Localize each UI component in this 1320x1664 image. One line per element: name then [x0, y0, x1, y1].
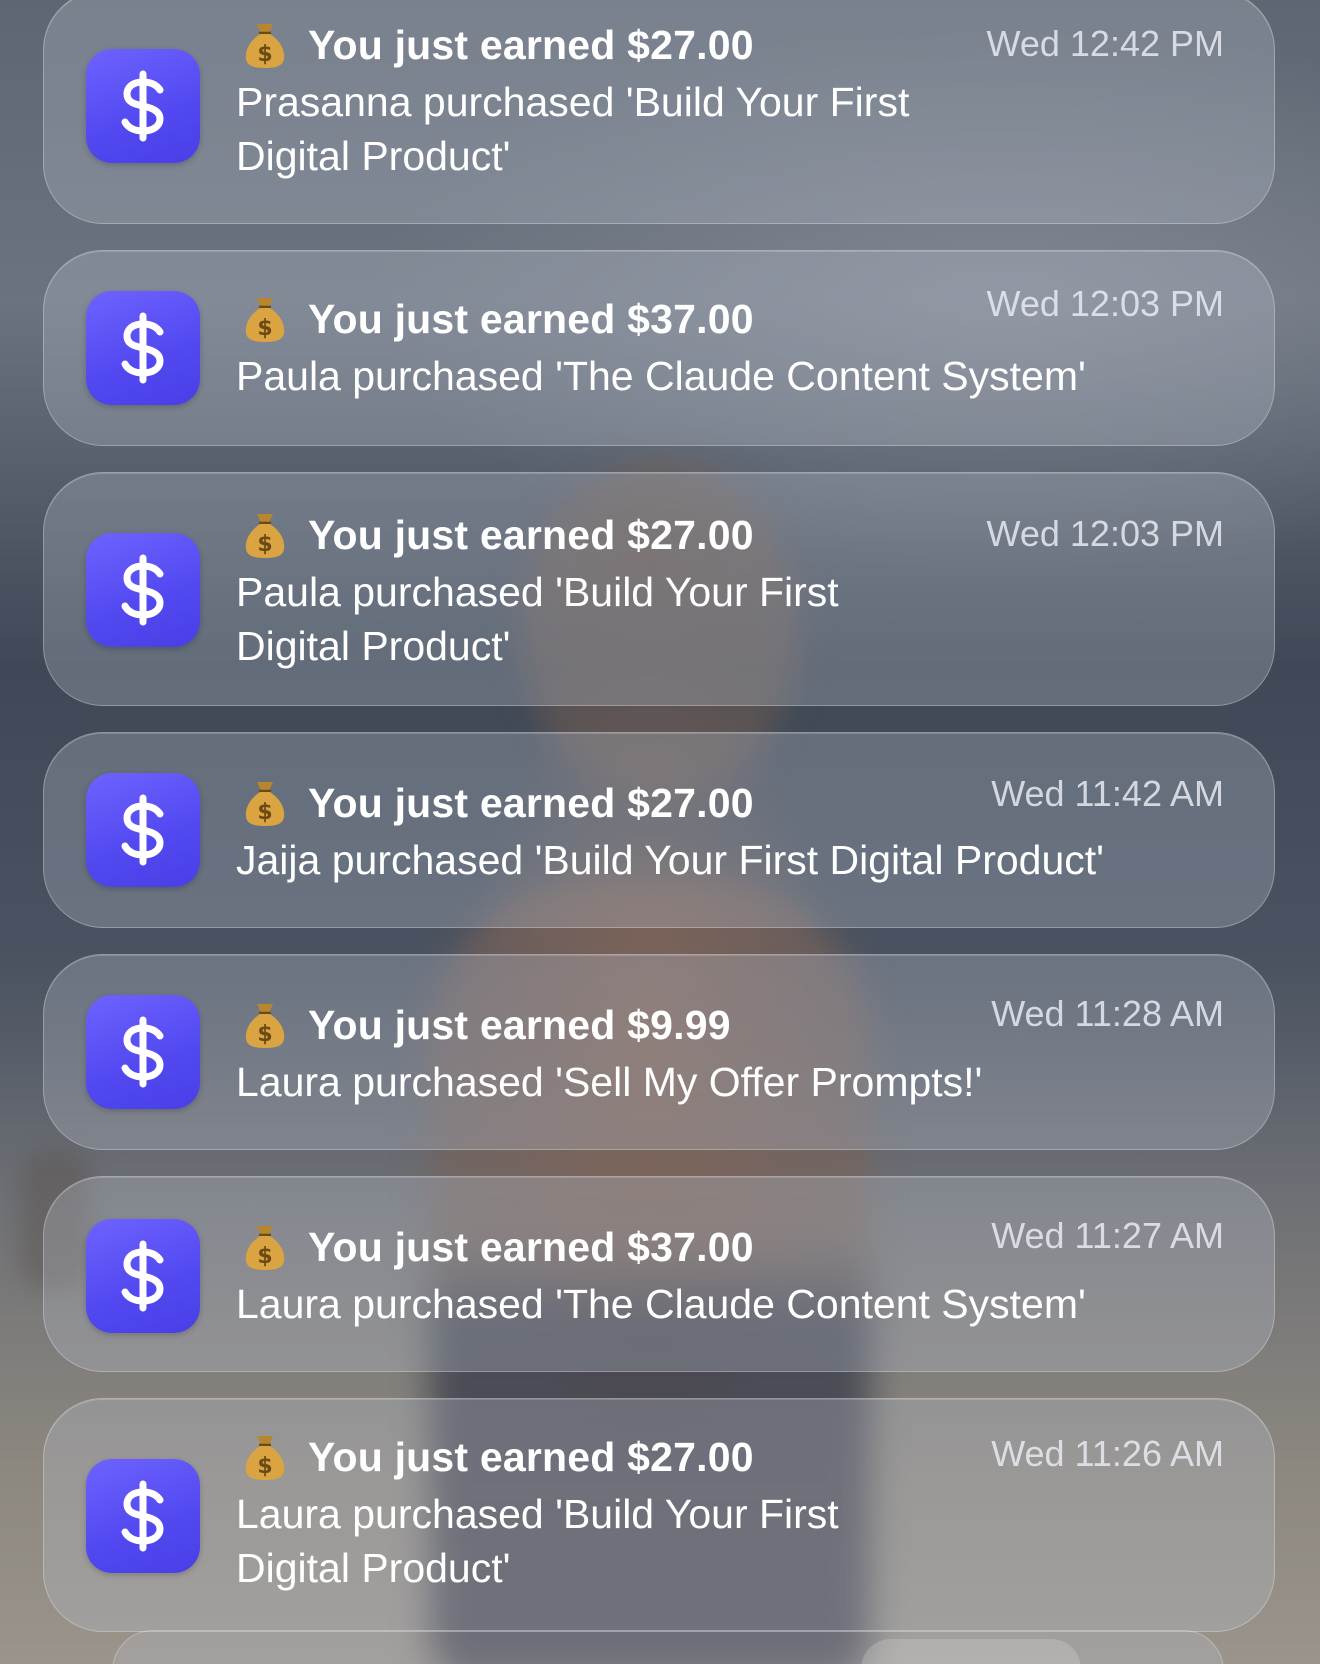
- lock-screen: $ You just earned $27.00 Wed 12:42 PM Pr…: [0, 0, 1320, 1664]
- notification-body: Paula purchased 'Build Your First Digita…: [236, 569, 839, 669]
- notification-body: Prasanna purchased 'Build Your First Dig…: [236, 79, 910, 179]
- money-bag-icon: $: [242, 1000, 288, 1050]
- money-bag-icon: $: [242, 294, 288, 344]
- notification-body: Laura purchased 'Build Your First Digita…: [236, 1491, 839, 1591]
- notification-time: Wed 11:26 AM: [991, 1433, 1224, 1474]
- app-icon: [86, 773, 200, 887]
- notification-time: Wed 11:27 AM: [991, 1215, 1224, 1256]
- notification-time: Wed 11:28 AM: [991, 993, 1224, 1034]
- svg-text:$: $: [257, 1022, 272, 1047]
- notification-content: $ You just earned $37.00 Wed 12:03 PM Pa…: [236, 283, 1226, 403]
- notification-content: $ You just earned $27.00 Wed 11:42 AM Ja…: [236, 773, 1226, 887]
- svg-text:$: $: [257, 1244, 272, 1269]
- money-bag-icon: $: [242, 20, 288, 70]
- app-icon: [86, 533, 200, 647]
- notification-card[interactable]: $ You just earned $27.00 Wed 11:26 AM La…: [43, 1398, 1275, 1632]
- notification-time: Wed 12:42 PM: [986, 23, 1224, 64]
- notification-title: You just earned $37.00: [308, 295, 754, 342]
- notification-partial-pill: [861, 1639, 1081, 1664]
- app-icon: [86, 291, 200, 405]
- svg-text:$: $: [257, 42, 272, 67]
- money-bag-icon: $: [242, 1432, 288, 1482]
- notification-title: You just earned $27.00: [308, 779, 754, 826]
- dollar-sign-icon: [121, 312, 164, 384]
- notification-card[interactable]: $ You just earned $27.00 Wed 11:42 AM Ja…: [43, 732, 1275, 928]
- dollar-sign-icon: [121, 1240, 164, 1312]
- notification-card[interactable]: $ You just earned $37.00 Wed 11:27 AM La…: [43, 1176, 1275, 1372]
- notification-title: You just earned $27.00: [308, 511, 754, 558]
- dollar-sign-icon: [121, 794, 164, 866]
- app-icon: [86, 49, 200, 163]
- svg-text:$: $: [257, 316, 272, 341]
- notification-title: You just earned $9.99: [308, 1001, 731, 1048]
- dollar-sign-icon: [121, 70, 164, 142]
- notification-content: $ You just earned $37.00 Wed 11:27 AM La…: [236, 1215, 1226, 1331]
- notification-time: Wed 11:42 AM: [991, 773, 1224, 814]
- svg-text:$: $: [257, 800, 272, 825]
- notification-card-partial[interactable]: [112, 1630, 1224, 1664]
- dollar-sign-icon: [121, 1016, 164, 1088]
- notification-content: $ You just earned $27.00 Wed 12:42 PM Pr…: [236, 17, 1226, 183]
- app-icon: [86, 1459, 200, 1573]
- app-icon: [86, 995, 200, 1109]
- notification-title: You just earned $37.00: [308, 1223, 754, 1270]
- notification-body: Jaija purchased 'Build Your First Digita…: [236, 837, 1104, 883]
- notification-card[interactable]: $ You just earned $27.00 Wed 12:03 PM Pa…: [43, 472, 1275, 706]
- money-bag-icon: $: [242, 510, 288, 560]
- notification-card[interactable]: $ You just earned $27.00 Wed 12:42 PM Pr…: [43, 0, 1275, 224]
- notification-card[interactable]: $ You just earned $9.99 Wed 11:28 AM Lau…: [43, 954, 1275, 1150]
- notification-body: Laura purchased 'Sell My Offer Prompts!': [236, 1059, 983, 1105]
- notification-title: You just earned $27.00: [308, 21, 754, 68]
- money-bag-icon: $: [242, 1222, 288, 1272]
- svg-text:$: $: [257, 1454, 272, 1479]
- notification-title: You just earned $27.00: [308, 1433, 754, 1480]
- notification-content: $ You just earned $27.00 Wed 11:26 AM La…: [236, 1429, 1226, 1595]
- notification-body: Laura purchased 'The Claude Content Syst…: [236, 1281, 1086, 1327]
- notification-body: Paula purchased 'The Claude Content Syst…: [236, 353, 1086, 399]
- dollar-sign-icon: [121, 554, 164, 626]
- notification-time: Wed 12:03 PM: [986, 283, 1224, 324]
- money-bag-icon: $: [242, 778, 288, 828]
- app-icon: [86, 1219, 200, 1333]
- svg-text:$: $: [257, 532, 272, 557]
- notification-time: Wed 12:03 PM: [986, 513, 1224, 554]
- notification-card[interactable]: $ You just earned $37.00 Wed 12:03 PM Pa…: [43, 250, 1275, 446]
- dollar-sign-icon: [121, 1480, 164, 1552]
- notification-content: $ You just earned $27.00 Wed 12:03 PM Pa…: [236, 507, 1226, 673]
- notification-content: $ You just earned $9.99 Wed 11:28 AM Lau…: [236, 993, 1226, 1109]
